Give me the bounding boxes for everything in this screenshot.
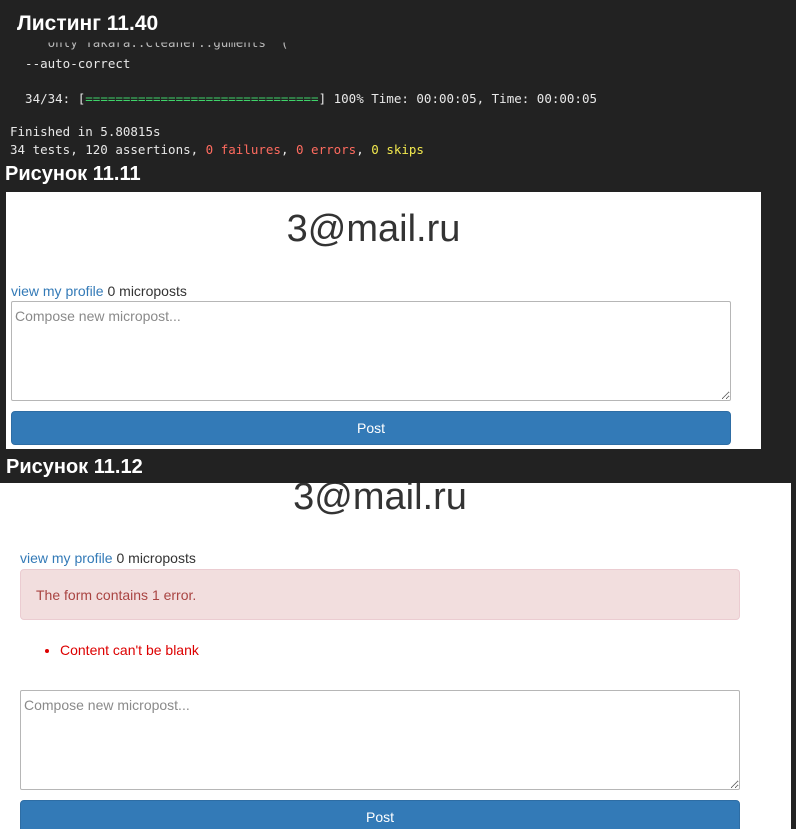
summary-tests: 34 tests, 120 assertions, (10, 142, 206, 157)
figure1-compose-textarea[interactable] (11, 301, 731, 401)
figure2-post-button[interactable]: Post (20, 800, 740, 829)
figure1-email-heading: 3@mail.ru (286, 208, 461, 250)
progress-suffix: ] 100% Time: 00:00:05, Time: 00:00:05 (318, 91, 598, 106)
summary-failures: 0 failures (205, 142, 281, 157)
figure2-error-alert: The form contains 1 error. (20, 569, 740, 620)
progress-bar: =============================== (85, 91, 319, 106)
figure2-compose-textarea[interactable] (20, 690, 740, 790)
summary-sep1: , (280, 142, 296, 157)
figure1-panel: 3@mail.ru view my profile 0 microposts P… (6, 192, 761, 449)
figure1-view-profile-link[interactable]: view my profile (11, 283, 104, 299)
summary-sep2: , (356, 142, 372, 157)
figure2-email-heading: 3@mail.ru (293, 483, 467, 518)
figure2-micropost-count: 0 microposts (112, 550, 196, 566)
terminal-partial-line: only Takara::Cleaner::guments ( (10, 38, 289, 51)
figure1-micropost-count: 0 microposts (103, 283, 187, 299)
figure2-caption: Рисунок 11.12 (6, 456, 143, 478)
listing-title: Листинг 11.40 (17, 12, 159, 35)
figure1-caption: Рисунок 11.11 (5, 163, 141, 185)
figure2-panel: 3@mail.ru view my profile 0 microposts T… (0, 483, 791, 829)
terminal-progress-line: 34/34: [===============================]… (10, 91, 597, 106)
progress-prefix: 34/34: [ (10, 91, 86, 106)
terminal-autocorrect-line: --auto-correct (10, 56, 131, 71)
summary-errors: 0 errors (296, 142, 357, 157)
figure2-alert-text: The form contains 1 error. (36, 586, 197, 603)
figure2-profile-line: view my profile 0 microposts (20, 550, 196, 566)
figure1-profile-line: view my profile 0 microposts (11, 283, 187, 299)
terminal-summary-line: 34 tests, 120 assertions, 0 failures, 0 … (10, 142, 424, 157)
figure2-error-item: Content can't be blank (60, 642, 199, 658)
terminal-finished-line: Finished in 5.80815s (10, 124, 161, 139)
figure2-error-list: Content can't be blank (20, 642, 199, 658)
terminal-output: only Takara::Cleaner::guments ( --auto-c… (10, 38, 790, 162)
figure1-post-button[interactable]: Post (11, 411, 731, 445)
summary-skips: 0 skips (371, 142, 424, 157)
figure2-view-profile-link[interactable]: view my profile (20, 550, 113, 566)
